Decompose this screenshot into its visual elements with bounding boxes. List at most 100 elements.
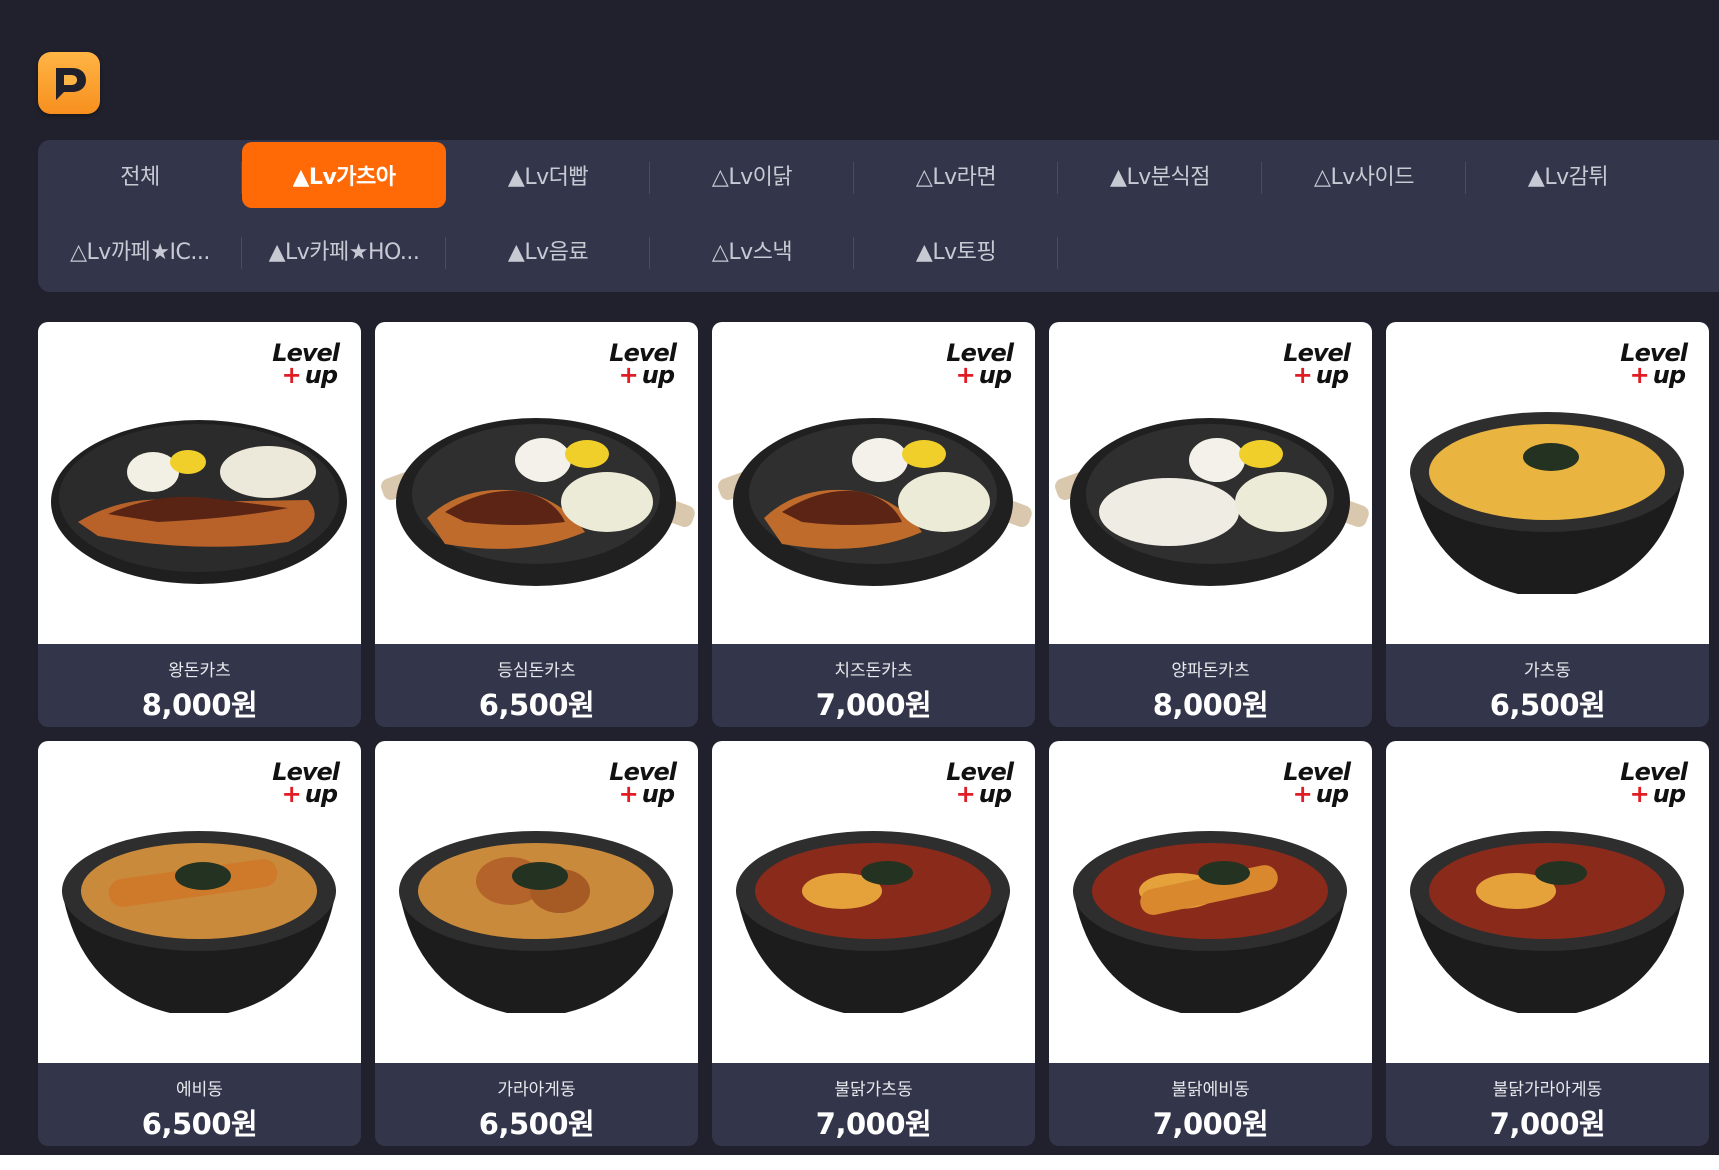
menu-item-card[interactable]: Level up 가츠동 6,500원 (1386, 322, 1709, 727)
kiosk-screen: 전체 ▲Lv가츠아 ▲Lv더빱 △Lv이닭 △Lv라면 ▲Lv분식점 △Lv사이… (0, 0, 1719, 1155)
category-row-2: △Lv까페★IC... ▲Lv카페★HO... ▲Lv음료 △Lv스낵 ▲Lv토… (38, 217, 1058, 287)
tab-label: ▲Lv감튀 (1527, 165, 1609, 190)
food-photo: Level up (1386, 322, 1709, 644)
tab-label: ▲Lv카페★HO... (268, 240, 420, 265)
menu-item-card[interactable]: Level up 등심돈카츠 6,500원 (375, 322, 698, 727)
level-up-logo: Level up (272, 341, 340, 387)
tab-category-snack[interactable]: △Lv스낵 (650, 217, 854, 283)
tab-category-drinks[interactable]: ▲Lv음료 (446, 217, 650, 283)
food-photo: Level up (1049, 741, 1372, 1063)
brand-line-2: up (1283, 782, 1349, 806)
food-photo: Level up (375, 322, 698, 644)
brand-line-2: up (1283, 363, 1349, 387)
brand-line-2: up (1620, 363, 1686, 387)
menu-item-name: 양파돈카츠 (1171, 661, 1250, 681)
tab-category-deoppap[interactable]: ▲Lv더빱 (446, 142, 650, 208)
tab-category-ramen[interactable]: △Lv라면 (854, 142, 1058, 208)
level-up-logo: Level up (1283, 760, 1351, 806)
food-photo: Level up (38, 322, 361, 644)
menu-item-name: 치즈돈카츠 (834, 661, 913, 681)
tab-category-gatsua[interactable]: ▲Lv가츠아 (242, 142, 446, 208)
level-up-logo: Level up (946, 341, 1014, 387)
tab-category-bunsik[interactable]: ▲Lv분식점 (1058, 142, 1262, 208)
menu-item-price: 7,000원 (1152, 1107, 1269, 1141)
level-up-logo: Level up (609, 760, 677, 806)
menu-item-price: 7,000원 (815, 1107, 932, 1141)
tab-label: ▲Lv가츠아 (292, 165, 396, 190)
menu-item-price: 7,000원 (815, 688, 932, 722)
menu-item-price: 6,500원 (1489, 688, 1606, 722)
tab-label: ▲Lv더빱 (507, 165, 589, 190)
menu-item-price: 6,500원 (478, 688, 595, 722)
food-photo: Level up (712, 322, 1035, 644)
tab-category-all[interactable]: 전체 (38, 142, 242, 208)
menu-item-price: 6,500원 (478, 1107, 595, 1141)
menu-item-card[interactable]: Level up 불닭가츠동 7,000원 (712, 741, 1035, 1146)
level-up-logo: Level up (1283, 341, 1351, 387)
menu-item-info: 불닭에비동 7,000원 (1049, 1063, 1372, 1146)
brand-line-2: up (609, 782, 675, 806)
level-up-logo: Level up (1620, 760, 1688, 806)
food-photo: Level up (1049, 322, 1372, 644)
level-up-logo: Level up (609, 341, 677, 387)
brand-line-2: up (272, 363, 338, 387)
menu-grid: Level up 왕돈카츠 8,000원 Level up 등심돈카츠 6,50… (38, 322, 1709, 1146)
menu-item-info: 불닭가라아게동 7,000원 (1386, 1063, 1709, 1146)
tab-label: △Lv스낵 (711, 240, 793, 265)
menu-item-name: 에비동 (176, 1080, 223, 1100)
menu-item-card[interactable]: Level up 가라아게동 6,500원 (375, 741, 698, 1146)
tab-category-cafe-ice[interactable]: △Lv까페★IC... (38, 217, 242, 283)
tab-label: △Lv까페★IC... (70, 240, 210, 265)
tab-label: △Lv라면 (915, 165, 997, 190)
tab-category-topping[interactable]: ▲Lv토핑 (854, 217, 1058, 283)
brand-line-2: up (609, 363, 675, 387)
tab-category-cafe-hot[interactable]: ▲Lv카페★HO... (242, 217, 446, 283)
menu-item-name: 불닭가츠동 (834, 1080, 913, 1100)
level-up-logo: Level up (1620, 341, 1688, 387)
menu-item-price: 8,000원 (141, 688, 258, 722)
tab-category-side[interactable]: △Lv사이드 (1262, 142, 1466, 208)
menu-item-card[interactable]: Level up 불닭에비동 7,000원 (1049, 741, 1372, 1146)
menu-item-card[interactable]: Level up 왕돈카츠 8,000원 (38, 322, 361, 727)
menu-item-card[interactable]: Level up 치즈돈카츠 7,000원 (712, 322, 1035, 727)
brand-line-2: up (272, 782, 338, 806)
tab-label: 전체 (120, 165, 160, 190)
menu-item-name: 왕돈카츠 (168, 661, 231, 681)
category-row-1: 전체 ▲Lv가츠아 ▲Lv더빱 △Lv이닭 △Lv라면 ▲Lv분식점 △Lv사이… (38, 142, 1670, 212)
menu-item-card[interactable]: Level up 양파돈카츠 8,000원 (1049, 322, 1372, 727)
tab-label: ▲Lv토핑 (915, 240, 997, 265)
brand-line-2: up (946, 782, 1012, 806)
food-photo: Level up (38, 741, 361, 1063)
tab-label: ▲Lv음료 (507, 240, 589, 265)
tab-label: ▲Lv분식점 (1110, 165, 1210, 190)
menu-item-info: 가라아게동 6,500원 (375, 1063, 698, 1146)
tab-category-fries[interactable]: ▲Lv감튀 (1466, 142, 1670, 208)
menu-item-info: 등심돈카츠 6,500원 (375, 644, 698, 727)
menu-item-price: 7,000원 (1489, 1107, 1606, 1141)
menu-item-card[interactable]: Level up 불닭가라아게동 7,000원 (1386, 741, 1709, 1146)
tab-label: △Lv이닭 (711, 165, 793, 190)
menu-item-price: 8,000원 (1152, 688, 1269, 722)
menu-item-info: 양파돈카츠 8,000원 (1049, 644, 1372, 727)
menu-item-name: 가츠동 (1524, 661, 1571, 681)
menu-item-name: 가라아게동 (497, 1080, 576, 1100)
menu-item-name: 등심돈카츠 (497, 661, 576, 681)
menu-item-info: 치즈돈카츠 7,000원 (712, 644, 1035, 727)
food-photo: Level up (1386, 741, 1709, 1063)
menu-item-name: 불닭에비동 (1171, 1080, 1250, 1100)
menu-item-info: 가츠동 6,500원 (1386, 644, 1709, 727)
brand-line-2: up (946, 363, 1012, 387)
menu-item-info: 에비동 6,500원 (38, 1063, 361, 1146)
menu-item-info: 불닭가츠동 7,000원 (712, 1063, 1035, 1146)
level-up-logo: Level up (946, 760, 1014, 806)
level-up-logo: Level up (272, 760, 340, 806)
menu-item-card[interactable]: Level up 에비동 6,500원 (38, 741, 361, 1146)
menu-item-name: 불닭가라아게동 (1492, 1080, 1603, 1100)
tab-category-idak[interactable]: △Lv이닭 (650, 142, 854, 208)
app-logo-icon (38, 52, 100, 114)
category-tabs: 전체 ▲Lv가츠아 ▲Lv더빱 △Lv이닭 △Lv라면 ▲Lv분식점 △Lv사이… (38, 140, 1719, 292)
menu-item-price: 6,500원 (141, 1107, 258, 1141)
menu-item-info: 왕돈카츠 8,000원 (38, 644, 361, 727)
food-photo: Level up (375, 741, 698, 1063)
tab-label: △Lv사이드 (1314, 165, 1414, 190)
